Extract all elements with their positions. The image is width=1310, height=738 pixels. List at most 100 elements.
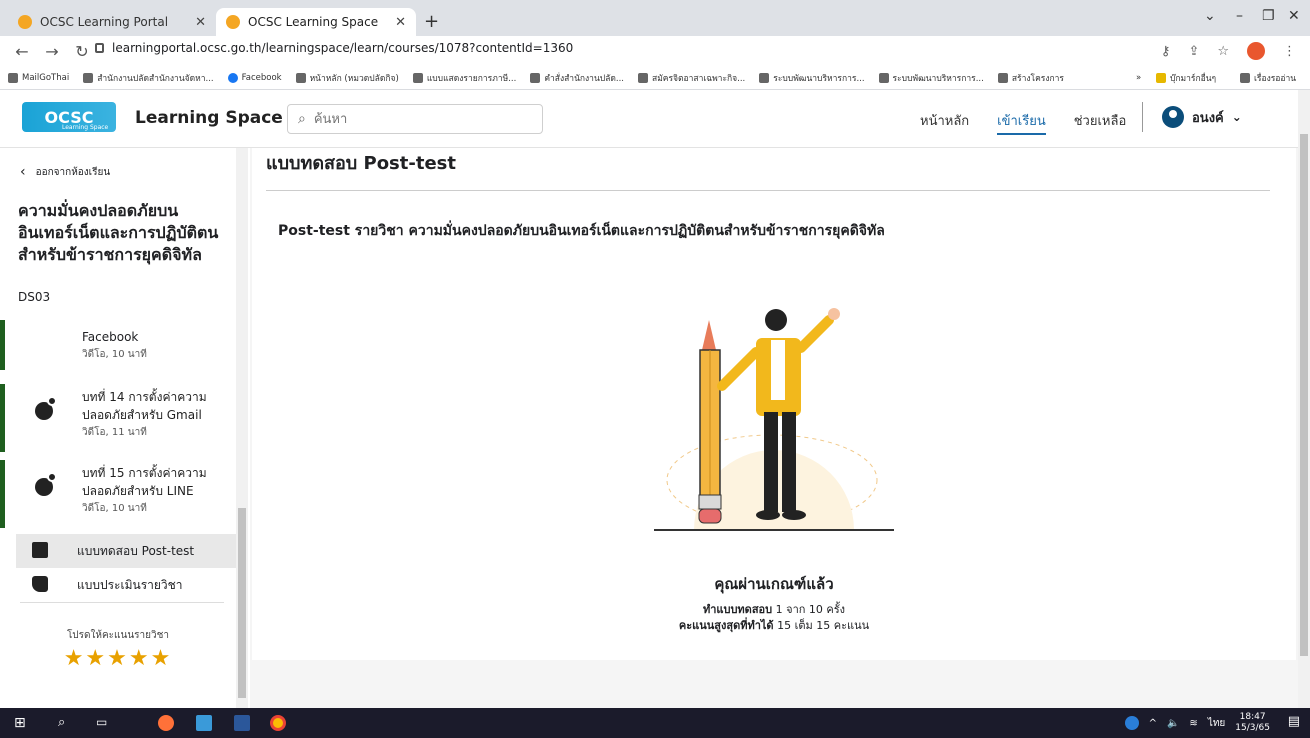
tab-search-icon[interactable]: ⌄ (1204, 8, 1216, 24)
search-box[interactable]: ⌕ (287, 104, 543, 134)
lesson-item[interactable]: Facebook วิดีโอ, 10 นาที (0, 320, 236, 370)
bookmark-item[interactable]: ระบบพัฒนาบริหารการ... (878, 71, 984, 85)
profile-avatar-icon[interactable] (1247, 42, 1265, 60)
reload-icon[interactable]: ↻ (74, 42, 90, 61)
other-bookmarks[interactable]: บุ๊กมาร์กอื่นๆ (1156, 71, 1216, 85)
course-code: DS03 (18, 290, 51, 304)
language-indicator[interactable]: ไทย (1208, 716, 1225, 731)
rating-label: โปรดให้คะแนนรายวิชา (66, 630, 170, 641)
reading-list[interactable]: เรื่องรออ่าน (1240, 71, 1296, 85)
search-icon: ⌕ (298, 111, 306, 127)
close-window-icon[interactable]: ✕ (1288, 8, 1300, 24)
sidebar-item-posttest[interactable]: แบบทดสอบ Post-test (16, 534, 236, 568)
user-avatar-icon (1162, 106, 1184, 128)
thumbs-up-icon (32, 576, 48, 592)
brand-name: Learning Space (135, 108, 283, 128)
sidebar-item-evaluation[interactable]: แบบประเมินรายวิชา (0, 568, 236, 602)
ocsc-favicon-icon (18, 15, 32, 29)
new-tab-icon[interactable]: + (424, 11, 439, 32)
bookmark-item[interactable]: สมัครจิตอาสาเฉพาะกิจ... (638, 71, 745, 85)
star-bookmark-icon[interactable]: ☆ (1217, 44, 1229, 59)
search-icon[interactable]: ⌕ (58, 715, 74, 731)
bookmark-item[interactable]: คำสั่งสำนักงานปลัด... (530, 71, 624, 85)
bookmark-icon (638, 72, 648, 83)
word-icon[interactable] (234, 715, 250, 731)
browser-tab-bar: OCSC Learning Portal ✕ OCSC Learning Spa… (0, 0, 1310, 36)
nav-help[interactable]: ช่วยเหลือ (1074, 110, 1127, 135)
ocsc-favicon-icon (226, 15, 240, 29)
restore-icon[interactable]: ❐ (1262, 8, 1275, 24)
close-tab-icon[interactable]: ✕ (195, 15, 206, 30)
share-icon[interactable]: ⇪ (1188, 44, 1199, 59)
help-icon[interactable] (1124, 716, 1139, 730)
ocsc-logo[interactable]: OCSC Learning Space (22, 102, 116, 132)
menu-kebab-icon[interactable]: ⋮ (1283, 44, 1296, 59)
tab-title: OCSC Learning Portal (40, 15, 169, 29)
key-icon[interactable]: ⚷ (1161, 44, 1171, 59)
main-scroll-thumb[interactable] (1300, 134, 1308, 656)
user-menu[interactable]: อนงค์ ⌄ (1162, 106, 1242, 128)
browser-tab-portal[interactable]: OCSC Learning Portal ✕ (8, 8, 216, 36)
main-content: แบบทดสอบ Post-test Post-test รายวิชา ควา… (250, 148, 1298, 708)
bookmark-item[interactable]: MailGoThai (8, 72, 69, 83)
app-header: OCSC Learning Space Learning Space ⌕ หน้… (0, 90, 1298, 148)
posttest-card: แบบทดสอบ Post-test Post-test รายวิชา ควา… (252, 148, 1296, 660)
system-tray: ^ 🔈 ≋ ไทย 18:47 15/3/65 (1124, 712, 1270, 734)
page-title: แบบทดสอบ Post-test (266, 153, 456, 174)
bookmark-item[interactable]: หน้าหลัก (หมวดปลัดกิจ) (295, 71, 399, 85)
bookmark-icon (412, 72, 423, 83)
lesson-list: Facebook วิดีโอ, 10 นาที บทที่ 14 การตั้… (0, 320, 236, 602)
volume-icon[interactable]: 🔈 (1167, 718, 1179, 729)
nav-home[interactable]: หน้าหลัก (920, 110, 969, 135)
firefox-icon[interactable] (158, 715, 174, 731)
windows-start-icon[interactable]: ⊞ (14, 715, 30, 731)
bookmark-item[interactable]: สำนักงานปลัดสำนักงานจัดหา... (83, 71, 214, 85)
bookmarks-bar: MailGoThai สำนักงานปลัดสำนักงานจัดหา... … (0, 66, 1310, 90)
bookmark-icon (997, 72, 1008, 83)
course-title: ความมั่นคงปลอดภัยบนอินเทอร์เน็ตและการปฏิ… (18, 201, 219, 264)
url-field[interactable]: learningportal.ocsc.go.th/learningspace/… (95, 41, 573, 55)
forward-icon[interactable]: → (44, 42, 60, 61)
bookmark-item[interactable]: ระบบพัฒนาบริหารการ... (759, 71, 865, 85)
exit-classroom-link[interactable]: ‹ ออกจากห้องเรียน (20, 164, 110, 180)
network-icon[interactable]: ≋ (1189, 718, 1197, 729)
url-text: learningportal.ocsc.go.th/learningspace/… (112, 41, 574, 55)
notification-icon[interactable]: ▤ (1288, 714, 1300, 729)
back-icon[interactable]: ← (14, 42, 30, 61)
folder-icon (1156, 72, 1166, 83)
score-value: 15 เต็ม 15 คะแนน (777, 619, 870, 632)
minimize-icon[interactable]: – (1236, 8, 1243, 24)
chevron-up-icon[interactable]: ^ (1149, 718, 1157, 729)
search-input[interactable] (313, 111, 514, 127)
bookmark-item[interactable]: แบบแสดงรายการภาษี... (412, 71, 516, 85)
clock[interactable]: 18:47 15/3/65 (1235, 712, 1270, 734)
posttest-subtitle: Post-test รายวิชา ความมั่นคงปลอดภัยบนอิน… (278, 223, 885, 239)
browser-tab-learning-space[interactable]: OCSC Learning Space ✕ (216, 8, 416, 36)
task-view-icon[interactable]: ▭ (96, 715, 112, 731)
address-bar: ← → ↻ learningportal.ocsc.go.th/learning… (0, 36, 1310, 66)
nav-learn[interactable]: เข้าเรียน (997, 110, 1046, 135)
pass-message: คุณผ่านเกณฑ์แล้ว (714, 575, 834, 593)
pencil-person-illustration (654, 308, 894, 531)
close-tab-icon[interactable]: ✕ (395, 15, 406, 30)
bookmark-item[interactable]: สร้างโครงการ (997, 71, 1064, 85)
file-explorer-icon[interactable] (196, 715, 212, 731)
user-name: อนงค์ (1192, 110, 1224, 126)
score-label: คะแนนสูงสุดที่ทำได้ (678, 619, 774, 632)
bookmark-icon (83, 72, 94, 83)
tab-title: OCSC Learning Space (248, 15, 379, 29)
bookmark-icon (295, 72, 306, 83)
lesson-item[interactable]: บทที่ 14 การตั้งค่าความปลอดภัยสำหรับ Gma… (0, 384, 236, 452)
sidebar-scroll-thumb[interactable] (238, 508, 246, 698)
chrome-icon[interactable] (270, 715, 286, 731)
bookmarks-more-button[interactable]: » (1136, 73, 1141, 83)
check-icon (47, 396, 57, 406)
score-stat: คะแนนสูงสุดที่ทำได้ 15 เต็ม 15 คะแนน (252, 616, 1296, 634)
facebook-icon (227, 72, 238, 83)
bookmark-item[interactable]: Facebook (227, 72, 282, 83)
reading-list-icon (1240, 72, 1250, 83)
bookmark-icon (878, 72, 889, 83)
attempts-value: 1 จาก 10 ครั้ง (775, 603, 846, 616)
star-rating[interactable]: ★★★★★ (0, 646, 236, 671)
lesson-item[interactable]: บทที่ 15 การตั้งค่าความปลอดภัยสำหรับ LIN… (0, 460, 236, 528)
